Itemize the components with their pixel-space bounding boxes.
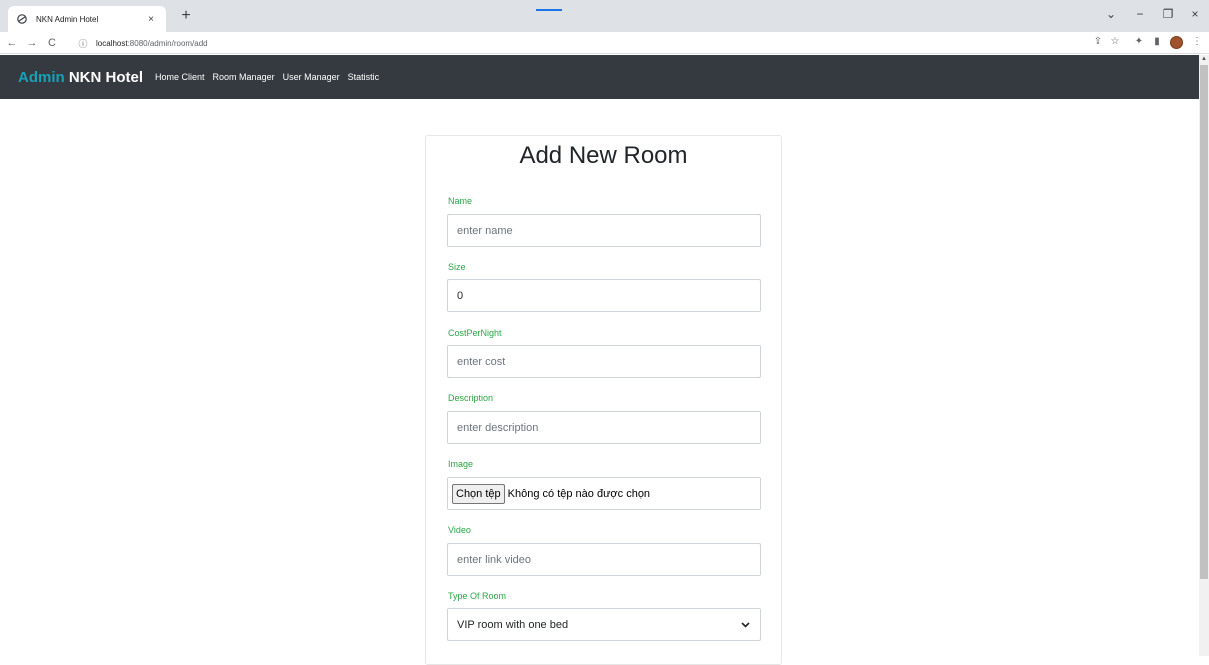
forward-icon[interactable]: → — [24, 36, 40, 50]
page-scrollbar[interactable]: ▲ — [1199, 55, 1209, 656]
extensions-icon[interactable]: ✦ — [1131, 35, 1147, 49]
add-room-form: Add New Room Name enter name Size 0 Cost… — [425, 135, 782, 665]
brand-logo[interactable]: Admin NKN Hotel — [18, 69, 143, 86]
site-info-icon[interactable]: ⓘ — [76, 37, 90, 50]
room-type-select[interactable]: VIP room with one bed — [447, 608, 761, 641]
close-window-icon[interactable]: × — [1185, 6, 1205, 22]
name-input[interactable]: enter name — [447, 214, 761, 247]
nav-link-statistic[interactable]: Statistic — [348, 72, 380, 82]
image-label: Image — [448, 459, 474, 469]
brand-name: NKN Hotel — [68, 68, 144, 86]
side-panel-icon[interactable]: ▮ — [1149, 35, 1165, 49]
address-bar[interactable]: ⓘ localhost:8080/admin/room/add — [76, 34, 1076, 52]
form-title: Add New Room — [519, 142, 688, 169]
restore-icon[interactable]: ❐ — [1158, 6, 1178, 22]
scroll-up-arrow-icon[interactable]: ▲ — [1200, 55, 1208, 63]
back-icon[interactable]: ← — [4, 36, 20, 50]
chevron-down-icon — [741, 620, 750, 630]
browser-toolbar: ← → C ⓘ localhost:8080/admin/room/add ⇪ … — [0, 32, 1209, 54]
scrollbar-thumb[interactable] — [1200, 65, 1208, 579]
nav-link-home-client[interactable]: Home Client — [155, 72, 205, 82]
video-link-input[interactable]: enter link video — [447, 543, 761, 576]
file-status-text: Không có tệp nào được chọn — [507, 487, 651, 500]
tab-list-icon[interactable]: ⌄ — [1101, 6, 1121, 22]
browser-tab[interactable]: NKN Admin Hotel × — [8, 6, 166, 32]
name-label: Name — [448, 196, 473, 206]
minimize-icon[interactable]: − — [1130, 6, 1150, 22]
cost-input[interactable]: enter cost — [447, 345, 761, 378]
globe-icon — [16, 13, 28, 25]
size-input[interactable]: 0 — [447, 279, 761, 312]
new-tab-icon[interactable]: + — [176, 7, 196, 25]
bookmark-star-icon[interactable]: ☆ — [1107, 35, 1123, 49]
menu-icon[interactable]: ⋮ — [1189, 35, 1205, 49]
url-path: :8080/admin/room/add — [127, 38, 208, 48]
nav-link-user-manager[interactable]: User Manager — [283, 72, 340, 82]
type-of-room-label: Type Of Room — [448, 591, 507, 601]
video-label: Video — [448, 525, 471, 535]
cost-per-night-label: CostPerNight — [448, 328, 502, 338]
nav-link-room-manager[interactable]: Room Manager — [213, 72, 275, 82]
app-navbar: Admin NKN Hotel Home Client Room Manager… — [0, 55, 1199, 99]
description-label: Description — [448, 393, 494, 403]
brand-admin: Admin — [18, 68, 65, 86]
choose-file-button[interactable]: Chọn tệp — [452, 483, 505, 504]
description-input[interactable]: enter description — [447, 411, 761, 444]
close-tab-icon[interactable]: × — [144, 14, 158, 25]
url-host: localhost — [96, 38, 128, 48]
size-label: Size — [448, 262, 466, 272]
loading-indicator — [536, 9, 562, 11]
share-icon[interactable]: ⇪ — [1090, 35, 1106, 49]
image-file-input: Chọn tệp Không có tệp nào được chọn — [447, 477, 761, 510]
room-type-selected-value: VIP room with one bed — [457, 618, 569, 631]
browser-tab-bar: NKN Admin Hotel × + ⌄ − ❐ × — [0, 0, 1209, 32]
reload-icon[interactable]: C — [44, 36, 60, 50]
tab-title: NKN Admin Hotel — [36, 14, 99, 24]
profile-avatar[interactable] — [1170, 36, 1183, 49]
